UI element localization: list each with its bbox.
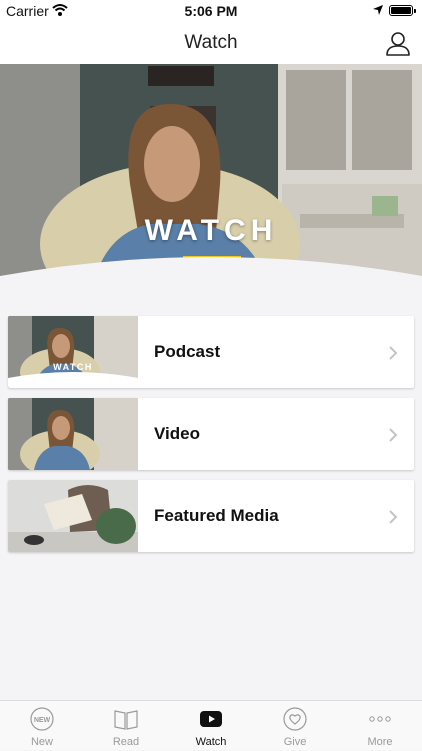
status-bar: Carrier 5:06 PM: [0, 0, 422, 22]
list-item-label: Featured Media: [154, 506, 279, 525]
book-icon: [114, 710, 138, 730]
list-item-label: Video: [154, 424, 200, 443]
list-item-featured-media[interactable]: Featured Media: [8, 480, 414, 552]
more-dots-icon: [369, 716, 391, 722]
list-item-label: Podcast: [154, 342, 221, 361]
tab-give[interactable]: Give: [253, 701, 337, 751]
video-thumbnail: [8, 398, 138, 470]
location-arrow-icon: [373, 5, 383, 15]
list-item-video[interactable]: Video: [8, 398, 414, 470]
thumbnail-watch-text: WATCH: [53, 362, 93, 372]
page-title: Watch: [184, 32, 238, 53]
hero-curve: [0, 257, 422, 300]
podcast-thumbnail: WATCH: [8, 316, 138, 388]
tab-label: Give: [283, 736, 307, 748]
chevron-right-icon: [389, 510, 398, 524]
list-item-podcast[interactable]: WATCH Podcast: [8, 316, 414, 388]
tab-bar: NEW New Read Watch Give More: [0, 700, 422, 750]
person-icon[interactable]: [385, 30, 411, 56]
tab-label: More: [367, 736, 393, 748]
new-badge-text: NEW: [34, 717, 51, 724]
battery-icon: [389, 5, 416, 16]
clock: 5:06 PM: [184, 3, 238, 19]
hero-title: WATCH: [144, 214, 278, 247]
play-icon: [200, 711, 222, 727]
tab-label: Watch: [195, 736, 227, 748]
tab-new[interactable]: NEW New: [0, 701, 84, 751]
tab-label: Read: [112, 736, 140, 748]
tab-watch[interactable]: Watch: [169, 701, 253, 751]
chevron-right-icon: [389, 346, 398, 360]
navigation-bar: Watch: [0, 22, 422, 64]
chevron-right-icon: [389, 428, 398, 442]
new-badge-icon: NEW: [30, 707, 54, 731]
tab-label: New: [30, 736, 53, 748]
hero-banner: WATCH: [0, 64, 422, 300]
featured-media-thumbnail: [8, 480, 138, 552]
tab-read[interactable]: Read: [84, 701, 168, 751]
heart-icon: [283, 707, 307, 731]
tab-more[interactable]: More: [338, 701, 422, 751]
